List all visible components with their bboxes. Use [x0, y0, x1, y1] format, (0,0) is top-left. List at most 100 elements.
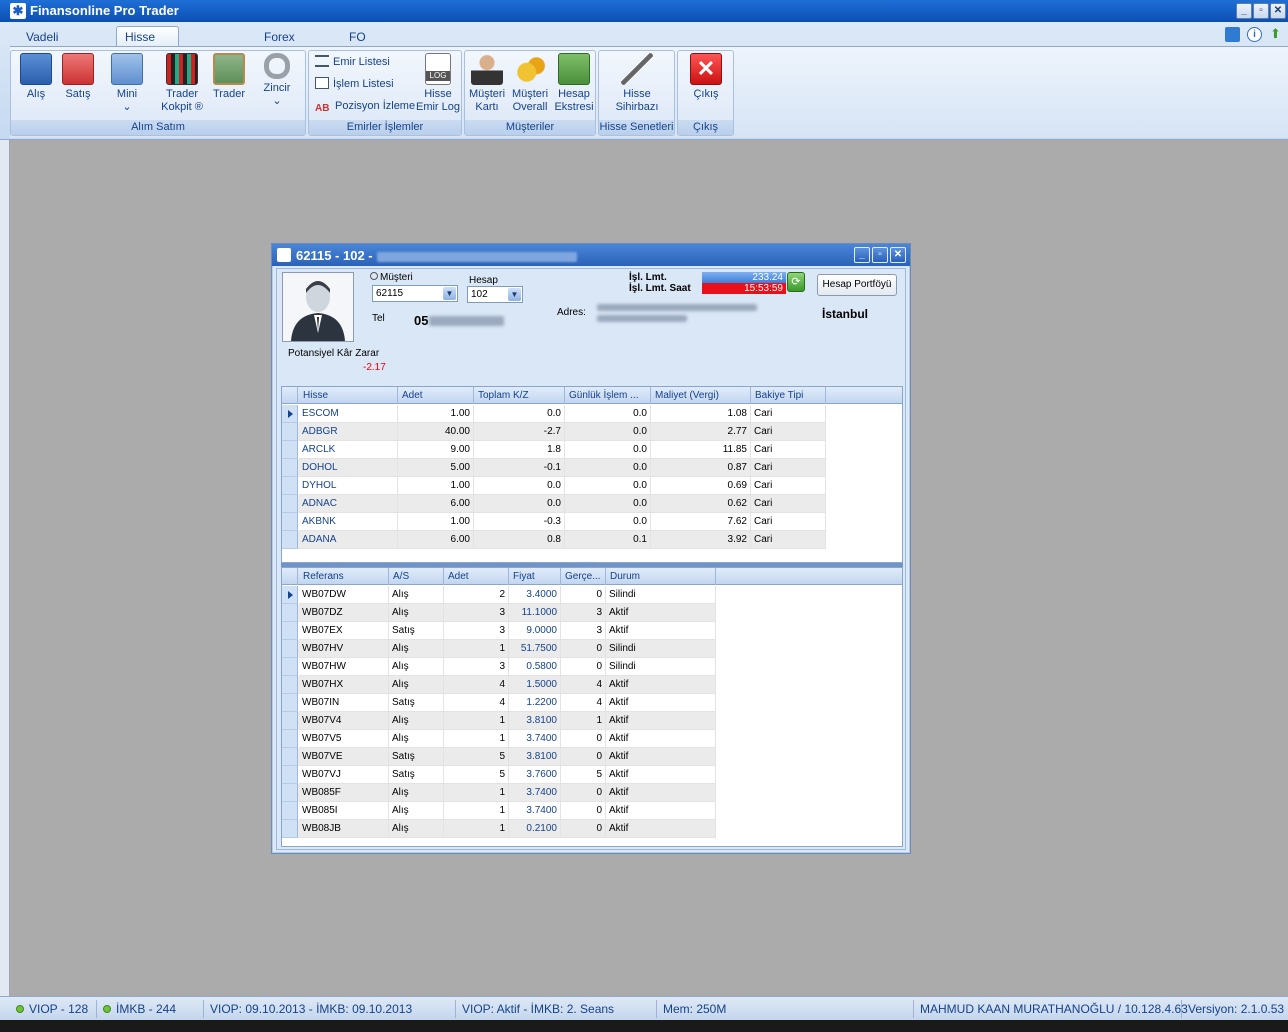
table-row[interactable]: ADANA 6.00 0.8 0.1 3.92 Cari [282, 531, 826, 549]
row-selector[interactable] [282, 495, 298, 513]
row-selector[interactable] [282, 784, 298, 802]
row-selector[interactable] [282, 730, 298, 748]
col-referans[interactable]: Referans [299, 568, 389, 585]
emir-listesi-button[interactable]: Emir Listesi [315, 54, 390, 70]
table-row[interactable]: WB07VE Satış 5 3.8100 0 Aktif [282, 748, 716, 766]
chevron-down-icon[interactable]: ▼ [508, 288, 521, 301]
table-row[interactable]: WB07HV Alış 1 51.7500 0 Silindi [282, 640, 716, 658]
table-row[interactable]: WB07DZ Alış 3 11.1000 3 Aktif [282, 604, 716, 622]
table-row[interactable]: WB085F Alış 1 3.7400 0 Aktif [282, 784, 716, 802]
musteri-karti-button[interactable]: Müşteri Kartı [467, 53, 507, 114]
col-bakiye-tipi[interactable]: Bakiye Tipi [751, 387, 826, 404]
row-selector[interactable] [282, 820, 298, 838]
zincir-button[interactable]: Zincir ⌄ [257, 53, 297, 108]
hisse-sihirbazi-button[interactable]: Hisse Sihirbazı [613, 53, 661, 114]
row-selector[interactable] [282, 712, 298, 730]
row-selector[interactable] [282, 459, 298, 477]
table-row[interactable]: ESCOM 1.00 0.0 0.0 1.08 Cari [282, 405, 826, 423]
tab-forex-mt4[interactable]: Forex MT4 [256, 27, 303, 64]
islem-listesi-button[interactable]: İşlem Listesi [315, 76, 394, 92]
table-row[interactable]: WB08JB Alış 1 0.2100 0 Aktif [282, 820, 716, 838]
row-selector[interactable] [282, 477, 298, 495]
row-selector[interactable] [282, 531, 298, 549]
table-row[interactable]: ADNAC 6.00 0.0 0.0 0.62 Cari [282, 495, 826, 513]
positions-grid[interactable]: Hisse Adet Toplam K/Z Günlük İşlem ... M… [281, 386, 903, 563]
row-selector[interactable] [282, 622, 298, 640]
cikis-button[interactable]: ✕ Çıkış [686, 53, 726, 101]
col-hisse[interactable]: Hisse [299, 387, 398, 404]
refresh-icon[interactable]: ⟳ [787, 272, 805, 292]
chevron-down-icon[interactable]: ▼ [443, 287, 456, 300]
col-adet[interactable]: Adet [398, 387, 474, 404]
col-as[interactable]: A/S [389, 568, 444, 585]
minimize-button[interactable]: _ [1236, 3, 1252, 19]
trader-button[interactable]: Trader [209, 53, 249, 101]
table-row[interactable]: WB085I Alış 1 3.7400 0 Aktif [282, 802, 716, 820]
alis-button[interactable]: Alış [17, 53, 55, 101]
row-selector[interactable] [282, 640, 298, 658]
col-adet[interactable]: Adet [444, 568, 509, 585]
satis-button[interactable]: Satış [59, 53, 97, 101]
row-selector[interactable] [282, 604, 298, 622]
col-fiyat[interactable]: Fiyat [509, 568, 561, 585]
ord-cell: 0 [561, 784, 606, 802]
child-close-button[interactable]: ✕ [890, 247, 906, 263]
pos-cell: 1.8 [474, 441, 565, 459]
customer-window-title-bar[interactable]: 62115 - 102 - _ ▫ ✕ [272, 244, 910, 266]
musteri-combo[interactable]: 62115 ▼ [372, 285, 458, 302]
hisse-emir-log-label-1: Hisse [424, 88, 452, 100]
table-row[interactable]: WB07V5 Alış 1 3.7400 0 Aktif [282, 730, 716, 748]
table-row[interactable]: ARCLK 9.00 1.8 0.0 11.85 Cari [282, 441, 826, 459]
row-selector[interactable] [282, 766, 298, 784]
table-row[interactable]: ADBGR 40.00 -2.7 0.0 2.77 Cari [282, 423, 826, 441]
tab-fo-international[interactable]: FO International [341, 27, 423, 64]
table-row[interactable]: WB07HW Alış 3 0.5800 0 Silindi [282, 658, 716, 676]
table-row[interactable]: DOHOL 5.00 -0.1 0.0 0.87 Cari [282, 459, 826, 477]
close-button[interactable]: ✕ [1270, 3, 1286, 19]
hesap-combo[interactable]: 102 ▼ [467, 286, 523, 303]
row-selector[interactable] [282, 586, 298, 604]
trader-kokpit-button[interactable]: Trader Kokpit ® [157, 53, 207, 114]
update-arrow-icon[interactable]: ⬆ [1270, 27, 1285, 42]
row-selector[interactable] [282, 748, 298, 766]
table-row[interactable]: WB07HX Alış 4 1.5000 4 Aktif [282, 676, 716, 694]
hisse-emir-log-button[interactable]: LOG Hisse Emir Log [415, 53, 461, 114]
table-row[interactable]: WB07V4 Alış 1 3.8100 1 Aktif [282, 712, 716, 730]
table-row[interactable]: WB07DW Alış 2 3.4000 0 Silindi [282, 586, 716, 604]
ord-cell: 3.4000 [509, 586, 561, 604]
ord-cell: 3 [444, 622, 509, 640]
trader-chalkboard-icon [213, 53, 245, 85]
tab-hisse-senedi-islemleri[interactable]: Hisse Senedi İşlemleri [116, 26, 179, 84]
col-gunluk-islem[interactable]: Günlük İşlem ... [565, 387, 651, 404]
mini-button[interactable]: Mini ⌄ [108, 53, 146, 114]
row-selector[interactable] [282, 676, 298, 694]
table-row[interactable]: DYHOL 1.00 0.0 0.0 0.69 Cari [282, 477, 826, 495]
row-selector[interactable] [282, 423, 298, 441]
row-selector[interactable] [282, 658, 298, 676]
table-row[interactable]: WB07IN Satış 4 1.2200 4 Aktif [282, 694, 716, 712]
child-minimize-button[interactable]: _ [854, 247, 870, 263]
orders-grid[interactable]: Referans A/S Adet Fiyat Gerçe... Durum W… [281, 567, 903, 847]
info-icon[interactable]: i [1247, 27, 1262, 42]
col-maliyet-vergi[interactable]: Maliyet (Vergi) [651, 387, 751, 404]
restore-button[interactable]: ▫ [1253, 3, 1269, 19]
col-gerceklesen[interactable]: Gerçe... [561, 568, 606, 585]
row-selector[interactable] [282, 802, 298, 820]
table-row[interactable]: WB07EX Satış 3 9.0000 3 Aktif [282, 622, 716, 640]
table-row[interactable]: AKBNK 1.00 -0.3 0.0 7.62 Cari [282, 513, 826, 531]
row-selector[interactable] [282, 441, 298, 459]
col-durum[interactable]: Durum [606, 568, 716, 585]
row-selector[interactable] [282, 513, 298, 531]
col-toplam-kz[interactable]: Toplam K/Z [474, 387, 565, 404]
link-icon[interactable] [1225, 27, 1240, 42]
hesap-portfoyu-button[interactable]: Hesap Portföyü [817, 274, 897, 296]
musteri-label: Müşteri [370, 272, 413, 283]
pozisyon-izleme-button[interactable]: AB Pozisyon İzleme [315, 98, 415, 114]
table-row[interactable]: WB07VJ Satış 5 3.7600 5 Aktif [282, 766, 716, 784]
hesap-ekstresi-button[interactable]: Hesap Ekstresi [553, 53, 595, 114]
row-selector[interactable] [282, 694, 298, 712]
musteri-overall-button[interactable]: Müşteri Overall [509, 53, 551, 114]
tab-vadeli-islemler[interactable]: Vadeli İşlemler [18, 27, 76, 64]
child-maximize-button[interactable]: ▫ [872, 247, 888, 263]
row-selector[interactable] [282, 405, 298, 423]
